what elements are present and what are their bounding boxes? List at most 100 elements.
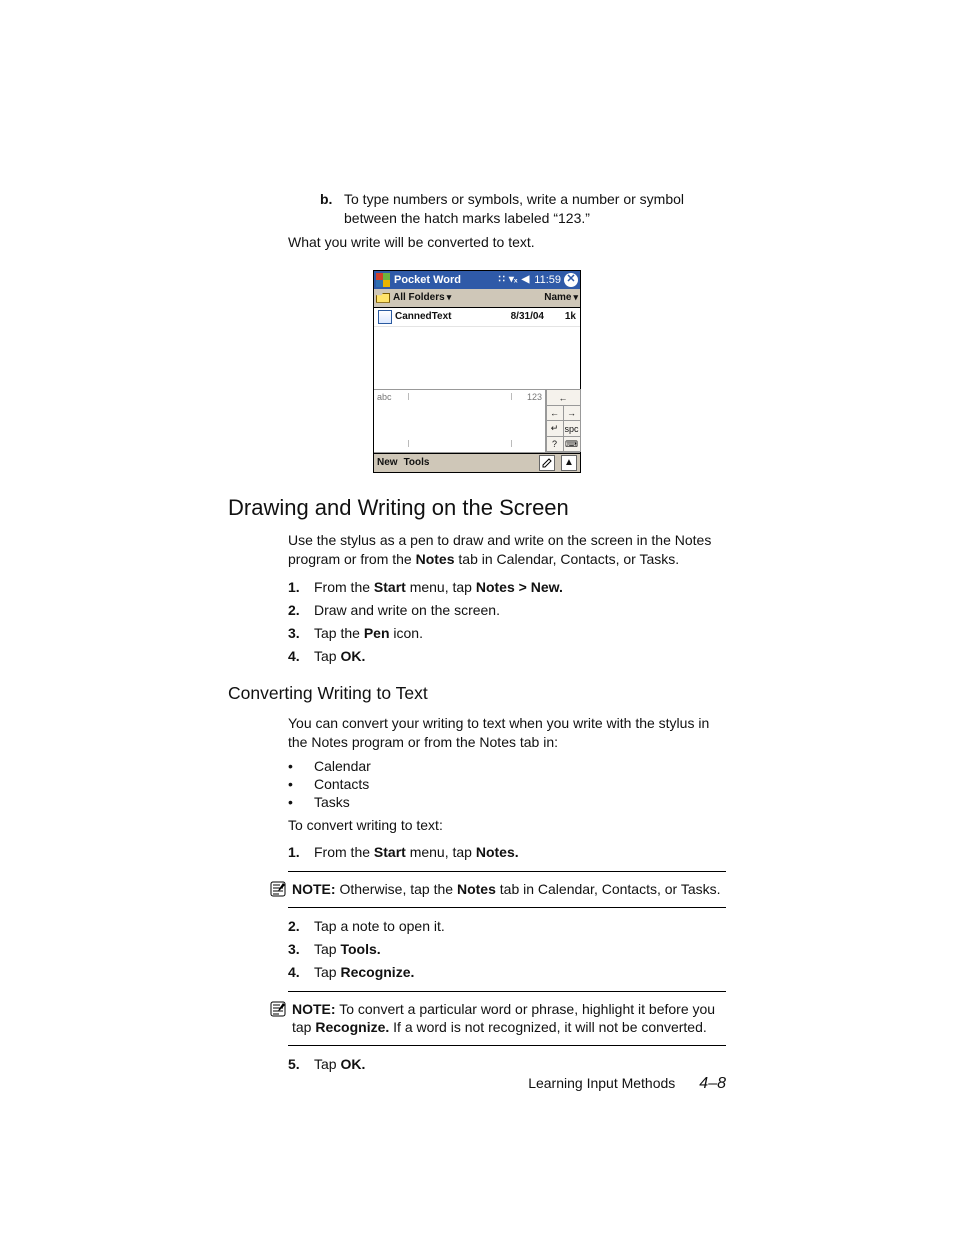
t: Tap the Pen icon. [314,623,423,643]
hr-2 [288,907,726,908]
t: Tap OK. [314,1054,365,1074]
note-icon [270,1000,292,1038]
pocketpc-screenshot: Pocket Word ∷ ▾ₓ ◀ 11:59 ✕ All Folders▾ … [228,270,726,473]
t: Draw and write on the screen. [314,600,500,620]
close-icon[interactable]: ✕ [564,273,578,287]
space-key[interactable]: spc [563,420,581,437]
t: Tap a note to open it. [314,916,445,936]
handwriting-panel[interactable]: abc 123 [374,390,545,452]
convert-steps-1: 1.From the Start menu, tap Notes. [288,842,726,862]
signal-icon: ▾ₓ [509,274,518,285]
drawing-intro: Use the stylus as a pen to draw and writ… [288,531,726,569]
step-1: 1.From the Start menu, tap Notes > New. [288,577,726,597]
li-contacts: •Contacts [288,776,726,792]
t: Tap Tools. [314,939,381,959]
conversion-sentence: What you write will be converted to text… [288,234,726,250]
name-sort[interactable]: Name▾ [544,292,578,303]
keyboard-key[interactable]: ⌨ [563,436,581,453]
windows-logo-icon [376,273,390,287]
step-b: b. To type numbers or symbols, write a n… [320,190,726,228]
converting-list: •Calendar •Contacts •Tasks [288,758,726,810]
step-3: 3.Tap the Pen icon. [288,623,726,643]
converting-intro: You can convert your writing to text whe… [288,714,726,752]
folder-dropdown[interactable]: All Folders▾ [393,292,451,303]
n: 1. [288,577,314,597]
cstep-1: 1.From the Start menu, tap Notes. [288,842,726,862]
sip-up-icon[interactable]: ▲ [561,455,577,471]
file-date: 8/31/04 [511,311,544,322]
note-1: NOTE: Otherwise, tap the Notes tab in Ca… [270,880,726,899]
cstep-2: 2.Tap a note to open it. [288,916,726,936]
connectivity-icon: ∷ [499,274,505,285]
n: 4. [288,646,314,666]
file-row[interactable]: CannedText 8/31/04 1k [374,308,580,327]
page: b. To type numbers or symbols, write a n… [0,0,954,1235]
file-icon [378,310,392,324]
hr-3 [288,991,726,992]
hr-4 [288,1045,726,1046]
step-2: 2.Draw and write on the screen. [288,600,726,620]
step-b-text: To type numbers or symbols, write a numb… [344,190,726,228]
step-b-label: b. [320,190,344,228]
n: 2. [288,600,314,620]
convert-steps-3-block: 5.Tap OK. [288,1054,726,1074]
step-4: 4.Tap OK. [288,646,726,666]
cstep-3: 3.Tap Tools. [288,939,726,959]
note-icon [270,880,292,899]
li-tasks: •Tasks [288,794,726,810]
enter-key[interactable]: ↵ [546,420,564,437]
t: Tap Recognize. [314,962,414,982]
convert-steps-3: 5.Tap OK. [288,1054,726,1074]
n: 2. [288,916,314,936]
handwriting-input-row: abc 123 ← ← → ↵ spc ? ⌨ [374,389,580,453]
device-frame: Pocket Word ∷ ▾ₓ ◀ 11:59 ✕ All Folders▾ … [373,270,581,473]
drawing-block: Use the stylus as a pen to draw and writ… [288,531,726,667]
clock: 11:59 [534,274,561,286]
help-key[interactable]: ? [546,436,564,453]
file-size: 1k [550,311,576,322]
section-heading-drawing: Drawing and Writing on the Screen [228,495,726,521]
hr-1 [288,871,726,872]
folder-icon [376,293,390,303]
device-titlebar: Pocket Word ∷ ▾ₓ ◀ 11:59 ✕ [374,271,580,289]
speaker-icon: ◀ [522,274,530,285]
intro-block: b. To type numbers or symbols, write a n… [288,190,726,250]
n: 5. [288,1054,314,1074]
n: 3. [288,623,314,643]
subsection-heading-converting: Converting Writing to Text [228,683,726,704]
app-title: Pocket Word [394,274,461,286]
right-key[interactable]: → [563,405,581,422]
backspace-key[interactable]: ← [546,389,581,406]
note-1-body: NOTE: Otherwise, tap the Notes tab in Ca… [292,880,726,899]
cstep-5: 5.Tap OK. [288,1054,726,1074]
cstep-4: 4.Tap Recognize. [288,962,726,982]
note-2: NOTE: To convert a particular word or ph… [270,1000,726,1038]
li-calendar: •Calendar [288,758,726,774]
t: From the Start menu, tap Notes > New. [314,577,563,597]
left-key[interactable]: ← [546,405,564,422]
converting-block: You can convert your writing to text whe… [288,714,726,863]
t: From the Start menu, tap Notes. [314,842,519,862]
tools-menu[interactable]: Tools [404,457,430,468]
drawing-intro-bold: Notes [416,551,455,567]
to-convert-text: To convert writing to text: [288,816,726,835]
file-name: CannedText [395,311,511,322]
n: 1. [288,842,314,862]
t: Tap OK. [314,646,365,666]
drawing-intro-c: tab in Calendar, Contacts, or Tasks. [455,551,680,567]
convert-steps-2: 2.Tap a note to open it. 3.Tap Tools. 4.… [288,916,726,983]
page-number: 4–8 [699,1075,726,1093]
chapter-title: Learning Input Methods [528,1075,675,1091]
pen-icon[interactable] [539,455,555,471]
note-2-body: NOTE: To convert a particular word or ph… [292,1000,726,1038]
n: 3. [288,939,314,959]
new-menu[interactable]: New [377,457,398,468]
folder-bar: All Folders▾ Name▾ [374,289,580,308]
page-footer: Learning Input Methods 4–8 [528,1075,726,1093]
side-keypad: ← ← → ↵ spc ? ⌨ [545,390,580,452]
file-list-blank [374,327,580,389]
convert-steps-2-block: 2.Tap a note to open it. 3.Tap Tools. 4.… [288,916,726,983]
drawing-steps: 1.From the Start menu, tap Notes > New. … [288,577,726,667]
device-bottombar: New Tools ▲ [374,453,580,472]
n: 4. [288,962,314,982]
